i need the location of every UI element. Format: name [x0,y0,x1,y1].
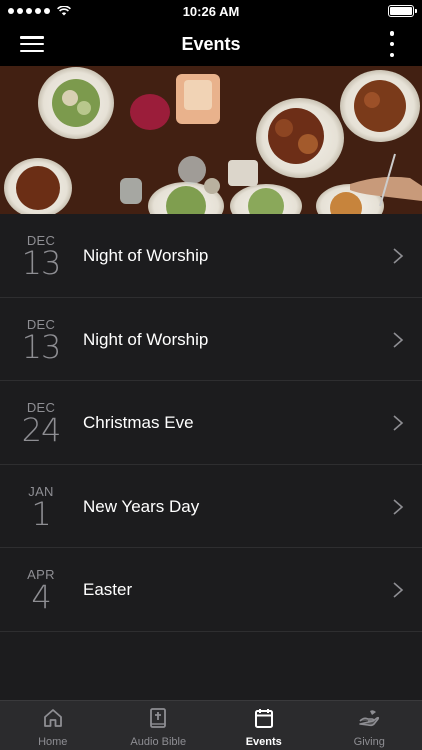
chevron-right-icon [393,331,404,348]
tab-giving[interactable]: Giving [317,701,422,750]
event-row[interactable]: DEC 24 Christmas Eve [0,381,422,465]
event-row[interactable]: DEC 13 Night of Worship [0,297,422,382]
chevron-right-icon [393,582,404,598]
bible-icon [150,708,167,728]
event-date: DEC 13 [0,214,82,297]
wifi-icon [57,6,71,16]
tab-label: Audio Bible [130,736,187,748]
hero-image [0,66,422,214]
tab-home[interactable]: Home [0,701,106,750]
event-day: 13 [21,327,62,366]
hamburger-menu-button[interactable] [20,33,44,55]
event-date: JAN 1 [0,465,82,548]
status-bar: 10:26 AM [0,0,422,22]
chevron-right-icon [393,499,404,515]
event-date: DEC 13 [0,298,82,381]
event-day: 1 [31,494,51,533]
food-table-image [0,66,422,214]
home-icon [43,709,62,727]
giving-hand-icon [359,710,380,727]
event-title: Easter [83,580,133,600]
event-date: APR 4 [0,548,82,631]
event-date: DEC 24 [0,381,82,464]
battery-icon [388,5,417,17]
status-time: 10:26 AM [182,3,240,19]
calendar-icon [254,709,273,728]
event-title: Christmas Eve [83,413,194,433]
event-title: New Years Day [83,496,200,516]
tab-label: Home [38,736,68,748]
tab-events[interactable]: Events [211,701,317,750]
tab-bar: Home Audio Bible Events Giving [0,700,422,750]
nav-bar: Events [0,22,422,66]
chevron-right-icon [393,248,404,264]
event-row[interactable]: JAN 1 New Years Day [0,464,422,549]
event-day: 24 [21,411,62,450]
page-title: Events [181,33,241,54]
tab-audio-bible[interactable]: Audio Bible [106,701,212,750]
signal-strength-icon [8,6,71,16]
event-title: Night of Worship [83,246,209,265]
chevron-right-icon [393,415,404,431]
event-row[interactable]: DEC 13 Night of Worship [0,214,422,298]
more-options-button[interactable] [388,31,396,57]
tab-label: Events [245,736,282,748]
tab-label: Giving [353,736,385,748]
event-day: 4 [31,578,51,617]
event-list: DEC 13 Night of Worship DEC 13 Night of … [0,214,422,632]
event-title: Night of Worship [83,329,209,349]
event-day: 13 [21,244,62,282]
event-row[interactable]: APR 4 Easter [0,548,422,632]
